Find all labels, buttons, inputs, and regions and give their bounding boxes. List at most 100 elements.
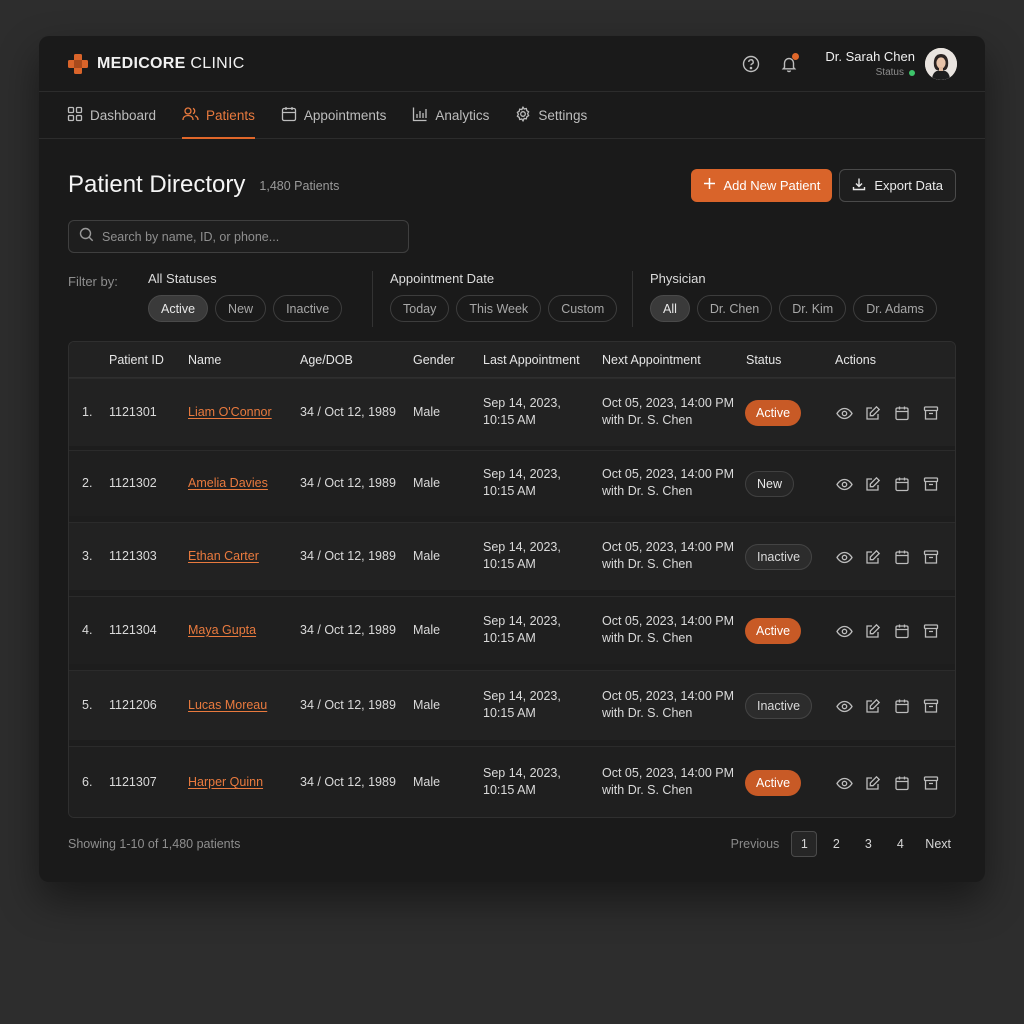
export-data-button[interactable]: Export Data xyxy=(839,168,956,202)
row-number: 1. xyxy=(82,405,93,419)
table-row[interactable]: 2. 1121302 Amelia Davies 34 / Oct 12, 1989 M… xyxy=(69,450,955,516)
patient-name-link[interactable]: Maya Gupta xyxy=(188,622,256,639)
schedule-calendar-icon[interactable] xyxy=(893,697,911,715)
download-icon xyxy=(852,177,866,194)
user-menu[interactable]: Dr. Sarah Chen Status xyxy=(825,47,957,80)
col-status[interactable]: Status xyxy=(746,353,781,367)
last-appointment: Sep 14, 2023, 10:15 AM xyxy=(483,466,561,500)
nav-dashboard-label: Dashboard xyxy=(90,107,157,123)
nav-patients[interactable]: Patients xyxy=(182,92,255,139)
archive-icon[interactable] xyxy=(922,404,940,422)
archive-icon[interactable] xyxy=(922,697,940,715)
main-nav: Dashboard Patients Appointments Analytic… xyxy=(39,92,985,139)
schedule-calendar-icon[interactable] xyxy=(893,774,911,792)
export-data-label: Export Data xyxy=(874,177,943,193)
chip-status-inactive[interactable]: Inactive xyxy=(273,295,343,322)
status-badge: Active xyxy=(745,400,802,426)
archive-icon[interactable] xyxy=(922,774,940,792)
col-name[interactable]: Name xyxy=(188,353,221,367)
view-eye-icon[interactable] xyxy=(835,697,853,715)
row-actions xyxy=(835,548,940,566)
user-name: Dr. Sarah Chen xyxy=(825,49,915,64)
chip-status-new[interactable]: New xyxy=(215,295,267,322)
chip-physician-dr-adams[interactable]: Dr. Adams xyxy=(853,295,937,322)
last-appointment-date: Sep 14, 2023, xyxy=(483,689,561,703)
edit-icon[interactable] xyxy=(864,774,882,792)
nav-appointments[interactable]: Appointments xyxy=(281,92,386,138)
edit-icon[interactable] xyxy=(864,475,882,493)
avatar[interactable] xyxy=(925,47,957,80)
last-appointment-date: Sep 14, 2023, xyxy=(483,396,561,410)
search-input[interactable] xyxy=(102,229,398,244)
last-appointment-time: 10:15 AM xyxy=(483,484,536,498)
row-actions xyxy=(835,622,940,640)
view-eye-icon[interactable] xyxy=(835,548,853,566)
nav-settings[interactable]: Settings xyxy=(515,92,587,138)
app-window: MEDICORE CLINIC Dr. Sarah Chen Status Da… xyxy=(39,36,985,882)
search-box[interactable] xyxy=(68,220,409,253)
chip-physician-dr-chen[interactable]: Dr. Chen xyxy=(696,295,773,322)
page-1-button[interactable]: 1 xyxy=(791,831,818,857)
patient-gender: Male xyxy=(413,549,441,563)
view-eye-icon[interactable] xyxy=(835,774,853,792)
table-row[interactable]: 3. 1121303 Ethan Carter 34 / Oct 12, 1989 Ma… xyxy=(69,522,955,590)
view-eye-icon[interactable] xyxy=(835,475,853,493)
page-2-button[interactable]: 2 xyxy=(823,831,849,857)
nav-analytics[interactable]: Analytics xyxy=(412,92,489,138)
date-filter-title: Appointment Date xyxy=(390,271,495,286)
next-appointment-datetime: Oct 05, 2023, 14:00 PM xyxy=(602,396,735,410)
schedule-calendar-icon[interactable] xyxy=(893,404,911,422)
schedule-calendar-icon[interactable] xyxy=(893,475,911,493)
add-new-patient-button[interactable]: Add New Patient xyxy=(690,168,833,202)
previous-page-button[interactable]: Previous xyxy=(725,831,786,857)
archive-icon[interactable] xyxy=(922,622,940,640)
notification-bell-icon[interactable] xyxy=(779,52,800,74)
patient-name-link[interactable]: Harper Quinn xyxy=(188,774,263,791)
patient-name-link[interactable]: Ethan Carter xyxy=(188,548,259,565)
chip-date-custom[interactable]: Custom xyxy=(548,295,618,322)
table-row[interactable]: 4. 1121304 Maya Gupta 34 / Oct 12, 1989 Male… xyxy=(69,596,955,664)
table-row[interactable]: 1. 1121301 Liam O'Connor 34 / Oct 12, 1989 M… xyxy=(69,378,955,446)
col-next-appointment[interactable]: Next Appointment xyxy=(602,353,701,367)
edit-icon[interactable] xyxy=(864,404,882,422)
next-page-button[interactable]: Next xyxy=(919,831,957,857)
archive-icon[interactable] xyxy=(922,475,940,493)
patient-name-link[interactable]: Liam O'Connor xyxy=(188,404,272,421)
table-row[interactable]: 6. 1121307 Harper Quinn 34 / Oct 12, 1989 Ma… xyxy=(69,746,955,817)
table-row[interactable]: 5. 1121206 Lucas Moreau 34 / Oct 12, 1989 Ma… xyxy=(69,670,955,740)
next-appointment-datetime: Oct 05, 2023, 14:00 PM xyxy=(602,467,735,481)
view-eye-icon[interactable] xyxy=(835,622,853,640)
chip-physician-all[interactable]: All xyxy=(650,295,690,322)
chip-physician-dr-kim[interactable]: Dr. Kim xyxy=(779,295,847,322)
status-badge: Active xyxy=(745,618,802,644)
edit-icon[interactable] xyxy=(864,548,882,566)
edit-icon[interactable] xyxy=(864,697,882,715)
brand[interactable]: MEDICORE CLINIC xyxy=(67,53,245,75)
col-patient-id[interactable]: Patient ID xyxy=(109,353,164,367)
col-actions: Actions xyxy=(835,353,876,367)
view-eye-icon[interactable] xyxy=(835,404,853,422)
col-gender[interactable]: Gender xyxy=(413,353,455,367)
nav-dashboard[interactable]: Dashboard xyxy=(67,92,156,138)
patient-name-link[interactable]: Lucas Moreau xyxy=(188,697,267,714)
schedule-calendar-icon[interactable] xyxy=(893,548,911,566)
row-number: 6. xyxy=(82,775,93,789)
last-appointment: Sep 14, 2023, 10:15 AM xyxy=(483,395,561,429)
archive-icon[interactable] xyxy=(922,548,940,566)
chip-date-today[interactable]: Today xyxy=(390,295,450,322)
patient-count: 1,480 Patients xyxy=(259,179,340,193)
last-appointment-date: Sep 14, 2023, xyxy=(483,766,561,780)
schedule-calendar-icon[interactable] xyxy=(893,622,911,640)
chip-date-this-week[interactable]: This Week xyxy=(456,295,542,322)
col-age-dob[interactable]: Age/DOB xyxy=(300,353,353,367)
edit-icon[interactable] xyxy=(864,622,882,640)
help-icon[interactable] xyxy=(741,54,761,74)
patient-name-link[interactable]: Amelia Davies xyxy=(188,475,268,492)
row-actions xyxy=(835,404,940,422)
chip-status-active[interactable]: Active xyxy=(148,295,209,322)
page-3-button[interactable]: 3 xyxy=(855,831,881,857)
medical-cross-logo-icon xyxy=(67,53,89,75)
col-last-appointment[interactable]: Last Appointment xyxy=(483,353,580,367)
page-4-button[interactable]: 4 xyxy=(887,831,913,857)
search-icon xyxy=(79,227,94,247)
